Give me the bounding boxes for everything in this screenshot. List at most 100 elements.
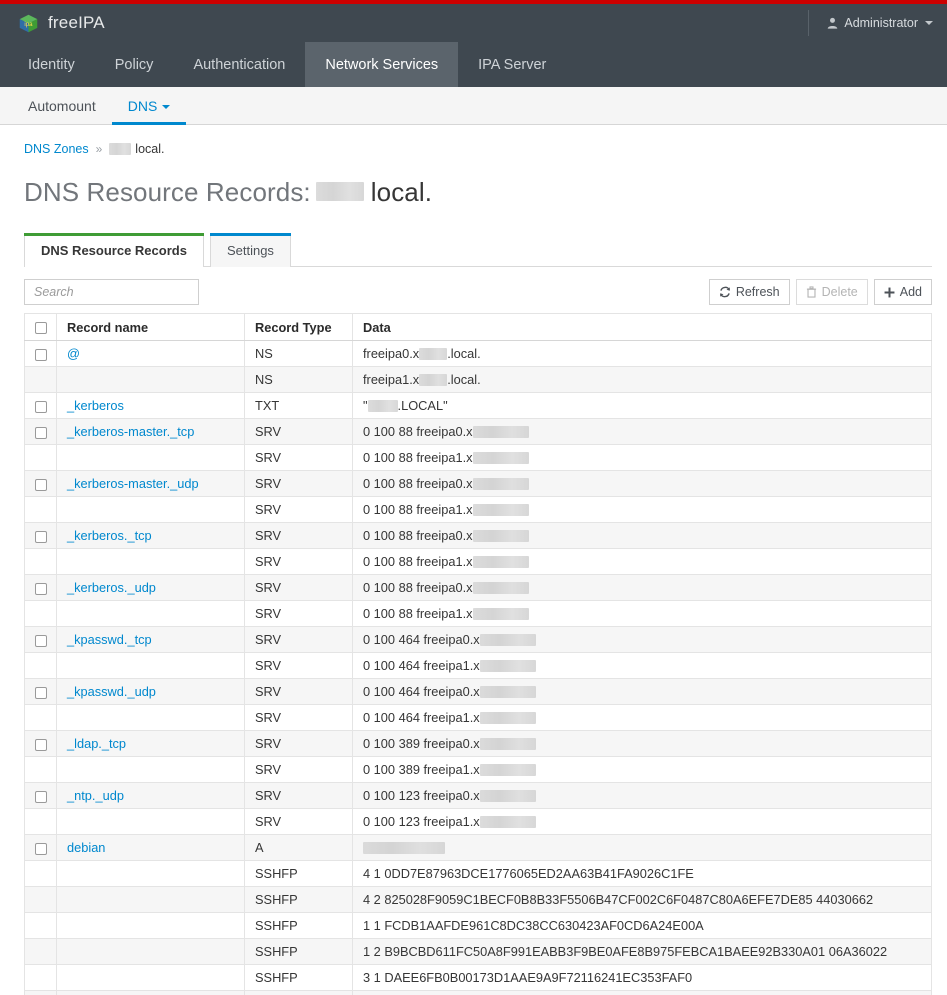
record-name-cell: _kerberos-master._udp <box>56 470 245 497</box>
nav-item-ipa-server[interactable]: IPA Server <box>458 42 566 87</box>
record-data-value: 4 1 0DD7E87963DCE1776065ED2AA63B41FA9026… <box>363 866 921 881</box>
page-title: DNS Resource Records: local. <box>24 177 932 208</box>
record-data-cell: 0 100 88 freeipa0.x <box>352 574 932 601</box>
row-checkbox[interactable] <box>35 530 47 543</box>
row-checkbox[interactable] <box>35 790 47 803</box>
row-checkbox[interactable] <box>35 426 47 439</box>
record-name-link[interactable]: _kerberos._tcp <box>67 528 152 543</box>
row-checkbox[interactable] <box>35 400 47 413</box>
row-checkbox[interactable] <box>35 348 47 361</box>
record-data-value: 0 100 389 freeipa0.x <box>363 736 921 751</box>
table-row: _kerberos._udp SRV 0 100 88 freeipa0.x <box>24 574 932 601</box>
row-select-cell <box>24 912 57 939</box>
table-row: _kpasswd._udp SRV 0 100 464 freeipa0.x <box>24 678 932 705</box>
nav-item-authentication[interactable]: Authentication <box>173 42 305 87</box>
record-data-prefix: 0 100 123 freeipa1.x <box>363 814 480 829</box>
record-name-cell: _kerberos._udp <box>56 574 245 601</box>
record-name-cell <box>56 886 245 913</box>
record-data-value: 0 100 88 freeipa0.x <box>363 476 921 491</box>
table-row: _ntp._udp SRV 0 100 123 freeipa0.x <box>24 782 932 809</box>
record-name-cell: _ntp._udp <box>56 782 245 809</box>
record-type-cell: NS <box>244 340 353 367</box>
subnav-item-label: DNS <box>127 97 158 114</box>
record-name-link[interactable]: _ldap._tcp <box>67 736 126 751</box>
table-row: _kerberos-master._tcp SRV 0 100 88 freeipa… <box>24 418 932 445</box>
user-menu[interactable]: Administrator <box>808 10 933 36</box>
row-select-cell <box>24 678 57 705</box>
row-checkbox[interactable] <box>35 842 47 855</box>
record-data-cell: 0 100 464 freeipa1.x <box>352 652 932 679</box>
row-select-cell <box>24 366 57 393</box>
svg-text:ipa: ipa <box>24 21 33 28</box>
record-name-link[interactable]: _kpasswd._tcp <box>67 632 152 647</box>
breadcrumb-link-dns-zones[interactable]: DNS Zones <box>24 142 89 156</box>
row-checkbox[interactable] <box>35 686 47 699</box>
redacted-value <box>472 607 529 620</box>
table-row: _ldap._tcp SRV 0 100 389 freeipa0.x <box>24 730 932 757</box>
breadcrumb-current-label: local. <box>135 142 165 156</box>
table-row: SSHFP 4 2 825028F9059C1BECF0B8B33F5506B47… <box>24 886 932 913</box>
tab-dns-resource-records[interactable]: DNS Resource Records <box>24 233 204 267</box>
refresh-button[interactable]: Refresh <box>708 279 790 305</box>
record-data-cell: 0 100 88 freeipa1.x <box>352 496 932 523</box>
trash-icon <box>806 286 816 298</box>
brand[interactable]: ipa freeIPA <box>18 13 105 34</box>
record-type-cell: SRV <box>244 574 353 601</box>
table-row: _kerberos TXT " .LOCAL" <box>24 392 932 419</box>
record-data-value: 0 100 88 freeipa1.x <box>363 450 921 465</box>
column-header-record-type[interactable]: Record Type <box>244 313 353 341</box>
masthead: ipa freeIPA Administrator <box>0 4 947 42</box>
nav-item-network-services[interactable]: Network Services <box>305 42 459 87</box>
tab-settings[interactable]: Settings <box>209 233 291 267</box>
row-select-cell <box>24 340 57 367</box>
chevron-down-icon <box>925 21 933 25</box>
record-name-link[interactable]: _kerberos <box>67 398 124 413</box>
record-data-value: 3 1 DAEE6FB0B00173D1AAE9A9F72116241EC353… <box>363 970 921 985</box>
record-data-prefix: 0 100 88 freeipa1.x <box>363 450 473 465</box>
record-name-link[interactable]: _ntp._udp <box>67 788 124 803</box>
page-content: DNS Zones » local. DNS Resource Records:… <box>0 125 947 995</box>
table-row: SRV 0 100 123 freeipa1.x <box>24 808 932 835</box>
add-button[interactable]: Add <box>873 279 932 305</box>
table-row: SRV 0 100 464 freeipa1.x <box>24 652 932 679</box>
record-name-link[interactable]: _kerberos-master._tcp <box>67 424 194 439</box>
record-data-cell: 3 2 8ADBDC287A0F821883C860D877A45036635E… <box>352 990 932 995</box>
record-type-cell: SRV <box>244 470 353 497</box>
search-box[interactable] <box>24 279 199 305</box>
record-type-cell: SRV <box>244 444 353 471</box>
table-row: _kerberos-master._udp SRV 0 100 88 freeipa… <box>24 470 932 497</box>
record-type-cell: SSHFP <box>244 964 353 991</box>
column-header-data[interactable]: Data <box>352 313 932 341</box>
select-all-checkbox[interactable] <box>35 322 47 335</box>
row-checkbox[interactable] <box>35 634 47 647</box>
record-name-link[interactable]: _kpasswd._udp <box>67 684 156 699</box>
column-header-record-name[interactable]: Record name <box>56 313 245 341</box>
row-checkbox[interactable] <box>35 582 47 595</box>
row-select-cell <box>24 392 57 419</box>
redacted-value <box>472 451 529 464</box>
delete-button[interactable]: Delete <box>795 279 868 305</box>
subnav-item-label: Automount <box>28 97 96 114</box>
record-name-link[interactable]: @ <box>67 346 80 361</box>
record-type-cell: SSHFP <box>244 886 353 913</box>
row-checkbox[interactable] <box>35 738 47 751</box>
record-data-cell: 0 100 88 freeipa0.x <box>352 522 932 549</box>
record-data-cell: 0 100 464 freeipa0.x <box>352 626 932 653</box>
row-select-cell <box>24 860 57 887</box>
record-name-link[interactable]: _kerberos._udp <box>67 580 156 595</box>
search-input[interactable] <box>32 284 199 300</box>
nav-item-identity[interactable]: Identity <box>8 42 95 87</box>
record-name-link[interactable]: _kerberos-master._udp <box>67 476 199 491</box>
redacted-value <box>479 711 536 724</box>
record-type-cell: SRV <box>244 808 353 835</box>
nav-item-policy[interactable]: Policy <box>95 42 174 87</box>
row-checkbox[interactable] <box>35 478 47 491</box>
record-name-link[interactable]: debian <box>67 840 105 855</box>
record-data-value <box>363 841 921 854</box>
record-data-cell: 4 1 0DD7E87963DCE1776065ED2AA63B41FA9026… <box>352 860 932 887</box>
record-data-value: " .LOCAL" <box>363 398 921 413</box>
subnav-item-automount[interactable]: Automount <box>12 87 112 124</box>
add-button-label: Add <box>899 285 922 299</box>
record-data-prefix: " <box>363 398 368 413</box>
subnav-item-dns[interactable]: DNS <box>111 87 187 125</box>
